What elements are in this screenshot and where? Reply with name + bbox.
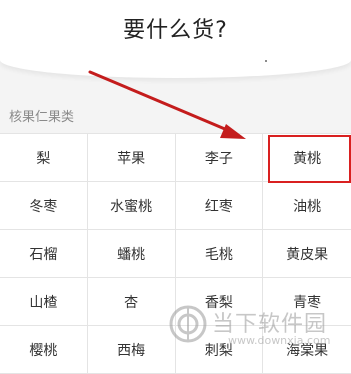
- watermark-logo-icon: [169, 305, 207, 343]
- watermark: 当下软件园 www.downxia.com: [168, 300, 348, 360]
- watermark-url: www.downxia.com: [228, 334, 331, 347]
